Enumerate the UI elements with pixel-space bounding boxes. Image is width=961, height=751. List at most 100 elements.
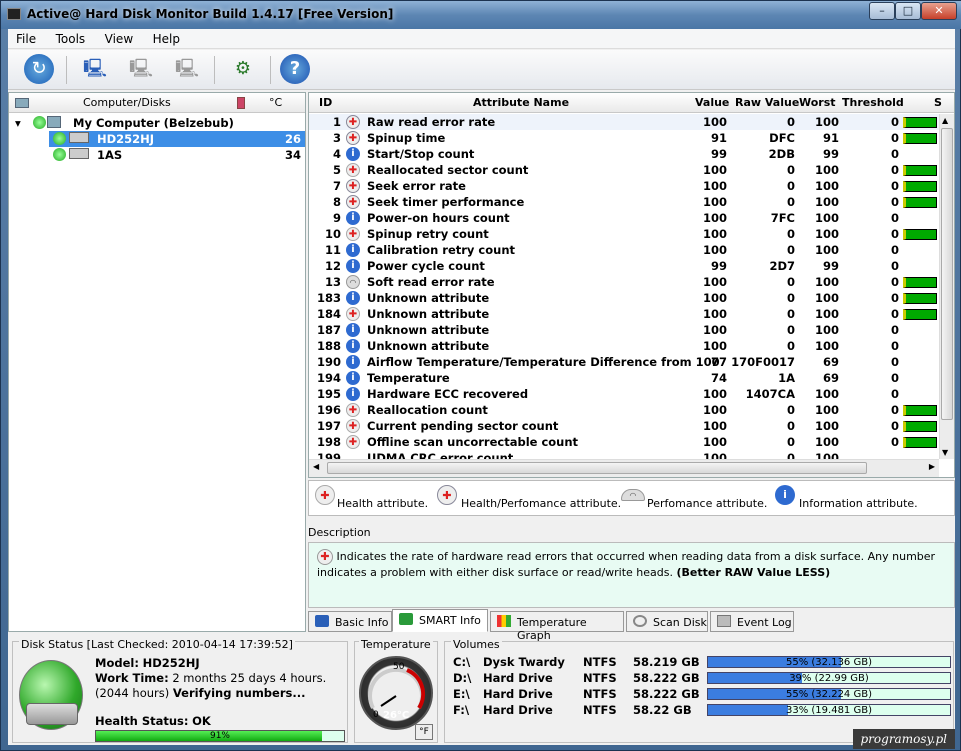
- col-attribute-name[interactable]: Attribute Name: [473, 96, 569, 109]
- attr-id: 1: [332, 115, 341, 129]
- smart-row[interactable]: 3 ✚ Spinup time 91 DFC 91 0: [309, 130, 939, 146]
- attr-id: 11: [324, 243, 341, 257]
- volume-row[interactable]: F:\ Hard Drive NTFS 58.22 GB 33% (19.481 GB): [445, 702, 955, 718]
- smart-row[interactable]: 10 ✚ Spinup retry count 100 0 100 0: [309, 226, 939, 242]
- volume-row[interactable]: D:\ Hard Drive NTFS 58.222 GB 39% (22.99 GB): [445, 670, 955, 686]
- menu-help[interactable]: Help: [145, 29, 188, 49]
- title-bar[interactable]: Active@ Hard Disk Monitor Build 1.4.17 […: [1, 1, 961, 29]
- tree-root[interactable]: ▾ My Computer (Belzebub): [9, 115, 305, 131]
- smart-row[interactable]: 194 i Temperature 74 1A 69 0: [309, 370, 939, 386]
- attr-name: Unknown attribute: [367, 323, 490, 337]
- help-icon[interactable]: ?: [280, 54, 310, 84]
- smart-row[interactable]: 184 ✚ Unknown attribute 100 0 100 0: [309, 306, 939, 322]
- tree-header-temp[interactable]: °C: [269, 96, 282, 109]
- menu-tools[interactable]: Tools: [48, 29, 94, 49]
- smart-row[interactable]: 183 i Unknown attribute 100 0 100 0: [309, 290, 939, 306]
- scroll-down-icon[interactable]: ▼: [942, 448, 948, 457]
- attr-id: 196: [316, 403, 341, 417]
- smart-row[interactable]: 9 i Power-on hours count 100 7FC 100 0: [309, 210, 939, 226]
- attr-id: 3: [332, 131, 341, 145]
- refresh-icon[interactable]: ↻: [24, 54, 54, 84]
- smart-row[interactable]: 7 ✚ Seek error rate 100 0 100 0: [309, 178, 939, 194]
- attr-threshold: 0: [890, 115, 899, 129]
- tab-smart-info[interactable]: SMART Info: [392, 609, 488, 632]
- smart-row[interactable]: 12 i Power cycle count 99 2D7 99 0: [309, 258, 939, 274]
- maximize-button[interactable]: □: [895, 2, 921, 20]
- settings-icon[interactable]: ⚙: [228, 54, 258, 84]
- model-label: Model:: [95, 656, 139, 670]
- col-raw-value[interactable]: Raw Value: [735, 96, 799, 109]
- tree-root-label: My Computer (Belzebub): [73, 116, 234, 130]
- add-computer-icon[interactable]: 🖳: [80, 54, 110, 84]
- attr-threshold: 0: [890, 307, 899, 321]
- volume-usage-bar: 39% (22.99 GB): [707, 672, 951, 684]
- status-bar: [903, 421, 937, 432]
- tab-basic-info[interactable]: Basic Info: [308, 611, 392, 632]
- attr-name: Power-on hours count: [367, 211, 510, 225]
- volume-fs: NTFS: [583, 703, 617, 717]
- smart-row[interactable]: 4 i Start/Stop count 99 2DB 99 0: [309, 146, 939, 162]
- smart-row[interactable]: 190 i Airflow Temperature/Temperature Diff…: [309, 354, 939, 370]
- smart-row[interactable]: 197 ✚ Current pending sector count 100 0 100 0: [309, 418, 939, 434]
- menu-view[interactable]: View: [97, 29, 141, 49]
- vertical-scrollbar[interactable]: ▲ ▼: [939, 114, 954, 459]
- col-threshold[interactable]: Threshold: [842, 96, 904, 109]
- scroll-right-icon[interactable]: ▶: [929, 462, 935, 471]
- tab-temperature-graph[interactable]: Temperature Graph: [490, 611, 624, 642]
- tab-scan-disk[interactable]: Scan Disk: [626, 611, 708, 632]
- window-title: Active@ Hard Disk Monitor Build 1.4.17 […: [27, 7, 394, 21]
- temperature-dial: 50 0 26°C: [359, 656, 433, 730]
- col-id[interactable]: ID: [319, 96, 332, 109]
- col-status[interactable]: S: [934, 96, 942, 109]
- health-attribute-icon: ✚: [346, 307, 360, 321]
- remove-computer-icon[interactable]: 🖳: [172, 54, 202, 84]
- smart-row[interactable]: 1 ✚ Raw read error rate 100 0 100 0: [309, 114, 939, 130]
- computer-icon: [15, 98, 29, 108]
- attr-value: 99: [710, 147, 727, 161]
- tree-disk-item[interactable]: HD252HJ 26: [49, 131, 305, 147]
- status-bar: [903, 117, 937, 128]
- minimize-button[interactable]: –: [869, 2, 895, 20]
- close-button[interactable]: ✕: [921, 2, 957, 20]
- scroll-left-icon[interactable]: ◀: [313, 462, 319, 471]
- disk-health-icon: [19, 660, 83, 730]
- computer-settings-icon[interactable]: 🖳: [126, 54, 156, 84]
- attr-id: 198: [316, 435, 341, 449]
- smart-row[interactable]: 5 ✚ Reallocated sector count 100 0 100 0: [309, 162, 939, 178]
- horizontal-scrollbar[interactable]: ◀ ▶: [309, 459, 939, 477]
- status-bar: [903, 293, 937, 304]
- scroll-thumb[interactable]: [941, 128, 953, 420]
- scroll-up-icon[interactable]: ▲: [942, 116, 948, 125]
- tree-header-disks[interactable]: Computer/Disks: [83, 96, 171, 109]
- smart-row[interactable]: 198 ✚ Offline scan uncorrectable count 100 0…: [309, 434, 939, 450]
- performance-gauge-icon: ◠: [346, 275, 360, 289]
- attr-raw-value: 0: [786, 451, 795, 459]
- smart-row[interactable]: 196 ✚ Reallocation count 100 0 100 0: [309, 402, 939, 418]
- smart-row[interactable]: 188 i Unknown attribute 100 0 100 0: [309, 338, 939, 354]
- hscroll-thumb[interactable]: [327, 462, 867, 474]
- smart-row[interactable]: 199 UDMA CRC error count 100 0 100: [309, 450, 939, 459]
- unit-toggle-button[interactable]: °F: [415, 724, 433, 740]
- smart-row[interactable]: 13 ◠ Soft read error rate 100 0 100 0: [309, 274, 939, 290]
- smart-row[interactable]: 11 i Calibration retry count 100 0 100 0: [309, 242, 939, 258]
- description-label: Description: [308, 526, 371, 539]
- smart-row[interactable]: 187 i Unknown attribute 100 0 100 0: [309, 322, 939, 338]
- tab-bar: Basic Info SMART Info Temperature Graph …: [308, 609, 955, 642]
- smart-row[interactable]: 195 i Hardware ECC recovered 100 1407CA 100 0: [309, 386, 939, 402]
- col-value[interactable]: Value: [695, 96, 729, 109]
- attr-worst: 100: [814, 195, 839, 209]
- status-bar: [903, 309, 937, 320]
- volume-row[interactable]: C:\ Dysk Twardy NTFS 58.219 GB 55% (32.136 G…: [445, 654, 955, 670]
- collapse-icon[interactable]: ▾: [15, 116, 21, 130]
- col-worst[interactable]: Worst: [799, 96, 836, 109]
- volume-row[interactable]: E:\ Hard Drive NTFS 58.222 GB 55% (32.224 GB…: [445, 686, 955, 702]
- smart-table: ID Attribute Name Value Raw Value Worst …: [308, 92, 955, 478]
- app-icon: [7, 8, 21, 20]
- tree-disk-item[interactable]: 1AS 34: [49, 147, 305, 163]
- menu-file[interactable]: File: [8, 29, 44, 49]
- attr-threshold: 0: [890, 147, 899, 161]
- tab-event-log[interactable]: Event Log: [710, 611, 794, 632]
- attr-raw-value: 1407CA: [745, 387, 795, 401]
- smart-row[interactable]: 8 ✚ Seek timer performance 100 0 100 0: [309, 194, 939, 210]
- attr-threshold: 0: [890, 211, 899, 225]
